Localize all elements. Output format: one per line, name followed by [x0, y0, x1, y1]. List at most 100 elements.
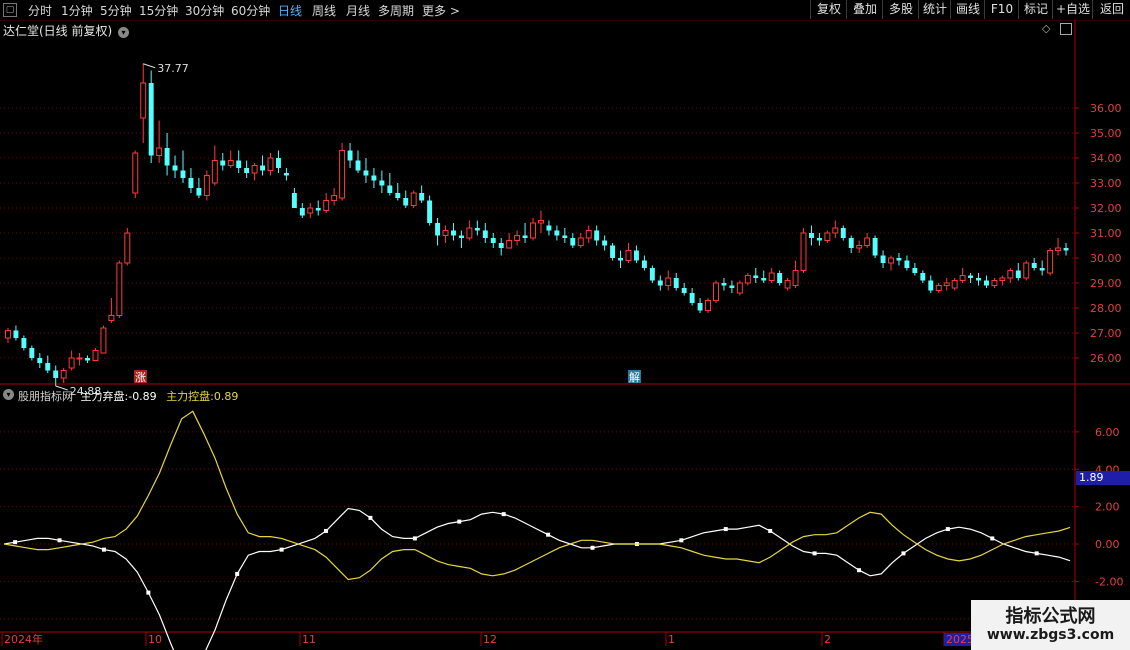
candle-body: [816, 238, 822, 241]
price-tick-label: 32.00: [1090, 202, 1122, 215]
candle-body: [594, 230, 600, 241]
candle-body: [1039, 268, 1045, 271]
qipan-point: [457, 519, 462, 524]
low-arrow: [55, 385, 68, 391]
candle-body: [649, 268, 655, 281]
candle-body: [514, 235, 521, 241]
qipan-point: [945, 527, 950, 532]
candle-body: [657, 280, 663, 286]
candle-body: [1047, 250, 1054, 274]
candle-body: [267, 157, 274, 171]
candle-body: [951, 280, 958, 289]
candle-body: [355, 160, 361, 171]
candle-body: [1023, 262, 1030, 279]
watermark-title: 指标公式网: [1005, 606, 1096, 627]
candle-body: [729, 285, 735, 288]
candle-body: [148, 83, 154, 156]
candle-body: [363, 170, 369, 176]
marker-zhang: 涨: [135, 371, 146, 384]
candle-body: [227, 160, 234, 166]
qipan-point: [146, 590, 151, 595]
candle-body: [522, 235, 528, 238]
candle-body: [832, 227, 839, 234]
candle-body: [689, 293, 695, 303]
candle-body: [188, 178, 194, 188]
indicator-tick-label: 0.00: [1095, 538, 1120, 551]
candle-body: [824, 232, 831, 241]
candle-body: [562, 235, 568, 238]
marker-jie: 解: [629, 370, 640, 384]
candle-body: [912, 268, 918, 273]
chart-area[interactable]: 37.77 24.88 涨 解 36.00 35.00 34.00 33.00 32.00 31…: [0, 0, 1130, 650]
candle-body: [442, 230, 449, 236]
candle-body: [196, 188, 202, 196]
kongpan-line: [3, 410, 1071, 581]
price-tick-label: 33.00: [1090, 177, 1122, 190]
candle-body: [1007, 270, 1014, 279]
qipan-point: [990, 536, 995, 541]
candle-body: [29, 348, 35, 358]
candle-body: [132, 152, 139, 194]
price-tick-label: 28.00: [1090, 302, 1122, 315]
candle-body: [260, 165, 266, 171]
candle-body: [203, 175, 210, 196]
candle-body: [236, 160, 242, 168]
candle-body: [1063, 248, 1069, 251]
candle-body: [721, 283, 727, 286]
axis-layer: 36.00 35.00 34.00 33.00 32.00 31.00 30.00 29.00…: [1, 102, 1123, 646]
candle-body: [466, 227, 473, 239]
candle-body: [371, 175, 377, 181]
candle-body: [1031, 263, 1037, 268]
qipan-point: [368, 515, 373, 520]
candle-body: [848, 238, 854, 248]
candle-body: [339, 150, 346, 199]
candle-body: [458, 235, 464, 238]
candle-body: [172, 165, 178, 171]
candle-body: [625, 250, 632, 261]
candle-body: [164, 148, 170, 166]
high-label: 37.77: [157, 62, 189, 75]
candle-body: [705, 300, 712, 311]
candle-body: [76, 357, 83, 360]
candle-body: [904, 260, 910, 268]
xaxis-label: 12: [483, 633, 497, 646]
xaxis-label: 2024年: [4, 632, 43, 646]
candle-body: [984, 280, 989, 286]
candle-body: [92, 350, 99, 361]
candle-body: [315, 208, 321, 211]
price-tick-label: 29.00: [1090, 277, 1122, 290]
candle-body: [777, 273, 783, 283]
qipan-point: [412, 536, 417, 541]
watermark-url: www.zbgs3.com: [986, 627, 1115, 643]
qipan-point: [57, 538, 62, 543]
qipan-point: [546, 532, 551, 537]
candle-body: [959, 275, 966, 281]
price-tick-label: 27.00: [1090, 327, 1122, 340]
candle-body: [976, 278, 981, 281]
qipan-point: [324, 528, 329, 533]
candle-body: [5, 330, 11, 339]
candle-body: [641, 260, 647, 268]
candle-body: [713, 282, 719, 301]
candle-body: [768, 272, 775, 281]
indicator-tick-label: -2.00: [1095, 575, 1123, 588]
candle-body: [530, 222, 536, 239]
candle-body: [347, 150, 353, 161]
qipan-point: [279, 547, 284, 552]
candle-body: [744, 275, 751, 284]
price-tick-label: 30.00: [1090, 252, 1122, 265]
qipan-point: [857, 568, 862, 573]
candle-body: [108, 315, 115, 321]
xaxis-label: 11: [302, 633, 316, 646]
candle-body: [13, 330, 19, 338]
candle-body: [968, 275, 974, 278]
xaxis-label: 2: [824, 633, 831, 646]
candle-body: [395, 193, 401, 198]
candle-body: [610, 245, 616, 258]
candle-body: [585, 230, 592, 239]
xaxis-label: 1: [668, 633, 675, 646]
candle-body: [991, 280, 998, 286]
qipan-point: [501, 512, 506, 517]
candle-body: [379, 180, 385, 186]
candle-body: [283, 173, 289, 176]
